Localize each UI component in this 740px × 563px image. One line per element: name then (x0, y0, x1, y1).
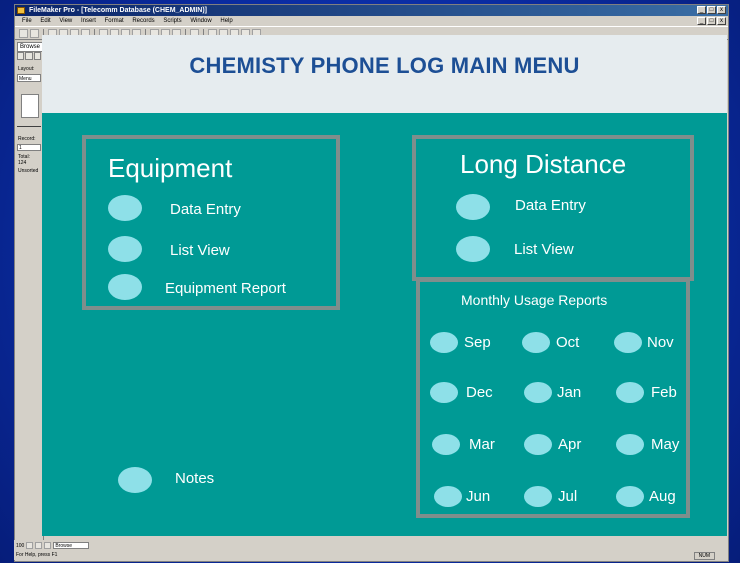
filemaker-app-icon (17, 7, 25, 14)
notes-button[interactable] (118, 467, 152, 493)
layout-tool-icon[interactable] (33, 52, 41, 60)
month-dec-button[interactable] (430, 382, 458, 403)
month-mar-button[interactable] (432, 434, 460, 455)
window-title: FileMaker Pro - [Telecomm Database (CHEM… (29, 7, 208, 14)
long-distance-data-entry-label[interactable]: Data Entry (515, 197, 586, 214)
bottom-status-bar: 100 Browse For Help, press F1 NUM (14, 540, 727, 560)
equipment-data-entry-label[interactable]: Data Entry (170, 201, 241, 218)
layout-content: CHEMISTY PHONE LOG MAIN MENU Equipment D… (42, 35, 727, 536)
record-label: Record: (18, 136, 36, 142)
long-distance-list-view-label[interactable]: List View (514, 241, 574, 258)
zoom-level: 100 (16, 542, 25, 549)
header-band: CHEMISTY PHONE LOG MAIN MENU (42, 35, 727, 113)
layout-selector[interactable]: Menu (17, 74, 41, 82)
long-distance-title: Long Distance (460, 149, 627, 179)
title-bar: FileMaker Pro - [Telecomm Database (CHEM… (15, 5, 728, 16)
long-distance-data-entry-button[interactable] (456, 194, 490, 220)
month-jan-label[interactable]: Jan (557, 384, 581, 401)
close-button[interactable]: x (717, 6, 726, 14)
monthly-usage-panel: Monthly Usage Reports Sep Oct Nov Dec Ja… (416, 278, 690, 518)
total-value: 124 (18, 160, 27, 166)
month-mar-label[interactable]: Mar (469, 436, 495, 453)
month-nov-button[interactable] (614, 332, 642, 353)
menu-format[interactable]: Format (105, 18, 124, 24)
document-window-controls: _ □ x (697, 17, 726, 25)
new-file-icon[interactable] (19, 28, 28, 38)
equipment-data-entry-button[interactable] (108, 195, 142, 221)
equipment-list-view-label[interactable]: List View (170, 242, 230, 259)
mode-tools (17, 52, 41, 60)
month-aug-button[interactable] (616, 486, 644, 507)
find-tool-icon[interactable] (25, 52, 33, 60)
month-feb-button[interactable] (616, 382, 644, 403)
month-oct-button[interactable] (522, 332, 550, 353)
month-sep-button[interactable] (430, 332, 458, 353)
month-dec-label[interactable]: Dec (466, 384, 493, 401)
month-jul-label[interactable]: Jul (558, 488, 577, 505)
mode-indicator: Browse (17, 42, 43, 52)
record-book-icon[interactable] (21, 94, 39, 118)
zoom-in-icon[interactable] (35, 542, 43, 549)
layout-label: Layout: (18, 66, 35, 72)
zoom-out-icon[interactable] (26, 542, 34, 549)
equipment-panel: Equipment Data Entry List View Equipment… (82, 135, 340, 310)
page-title: CHEMISTY PHONE LOG MAIN MENU (189, 53, 580, 78)
menu-window[interactable]: Window (190, 18, 211, 24)
equipment-list-view-button[interactable] (108, 236, 142, 262)
equipment-report-button[interactable] (108, 274, 142, 300)
notes-label[interactable]: Notes (175, 470, 214, 487)
month-feb-label[interactable]: Feb (651, 384, 677, 401)
month-oct-label[interactable]: Oct (556, 334, 579, 351)
month-apr-label[interactable]: Apr (558, 436, 581, 453)
long-distance-list-view-button[interactable] (456, 236, 490, 262)
record-number-field[interactable]: 1 (17, 144, 41, 151)
num-lock-indicator: NUM (693, 552, 715, 560)
month-sep-label[interactable]: Sep (464, 334, 491, 351)
doc-maximize-button[interactable]: □ (707, 17, 716, 25)
help-hint: For Help, press F1 (16, 552, 58, 558)
sort-status: Unsorted (18, 168, 39, 174)
month-nov-label[interactable]: Nov (647, 334, 674, 351)
menu-edit[interactable]: Edit (40, 18, 50, 24)
zoom-controls: 100 Browse (16, 542, 90, 549)
minimize-button[interactable]: _ (697, 6, 706, 14)
month-jun-label[interactable]: Jun (466, 488, 490, 505)
menu-help[interactable]: Help (220, 18, 232, 24)
menu-scripts[interactable]: Scripts (163, 18, 181, 24)
month-jul-button[interactable] (524, 486, 552, 507)
month-jan-button[interactable] (524, 382, 552, 403)
long-distance-panel: Long Distance Data Entry List View (412, 135, 694, 281)
month-apr-button[interactable] (524, 434, 552, 455)
record-slider[interactable] (17, 126, 41, 127)
month-jun-button[interactable] (434, 486, 462, 507)
equipment-report-label[interactable]: Equipment Report (165, 280, 286, 297)
open-file-icon[interactable] (30, 28, 39, 38)
window-controls: _ □ x (697, 6, 726, 14)
month-may-label[interactable]: May (651, 436, 679, 453)
doc-close-button[interactable]: x (717, 17, 726, 25)
menu-bar: File Edit View Insert Format Records Scr… (15, 16, 728, 26)
status-area-toggle-icon[interactable] (44, 542, 52, 549)
month-may-button[interactable] (616, 434, 644, 455)
mode-popup[interactable]: Browse (53, 542, 90, 549)
doc-minimize-button[interactable]: _ (697, 17, 706, 25)
menu-view[interactable]: View (59, 18, 72, 24)
monthly-usage-title: Monthly Usage Reports (461, 292, 608, 308)
browse-tool-icon[interactable] (17, 52, 25, 60)
menu-records[interactable]: Records (132, 18, 154, 24)
menu-file[interactable]: File (22, 18, 32, 24)
equipment-title: Equipment (108, 153, 233, 183)
status-area: Browse Layout: Menu Record: 1 Total: 124… (15, 40, 44, 541)
menu-insert[interactable]: Insert (81, 18, 96, 24)
month-aug-label[interactable]: Aug (649, 488, 676, 505)
maximize-button[interactable]: □ (707, 6, 716, 14)
